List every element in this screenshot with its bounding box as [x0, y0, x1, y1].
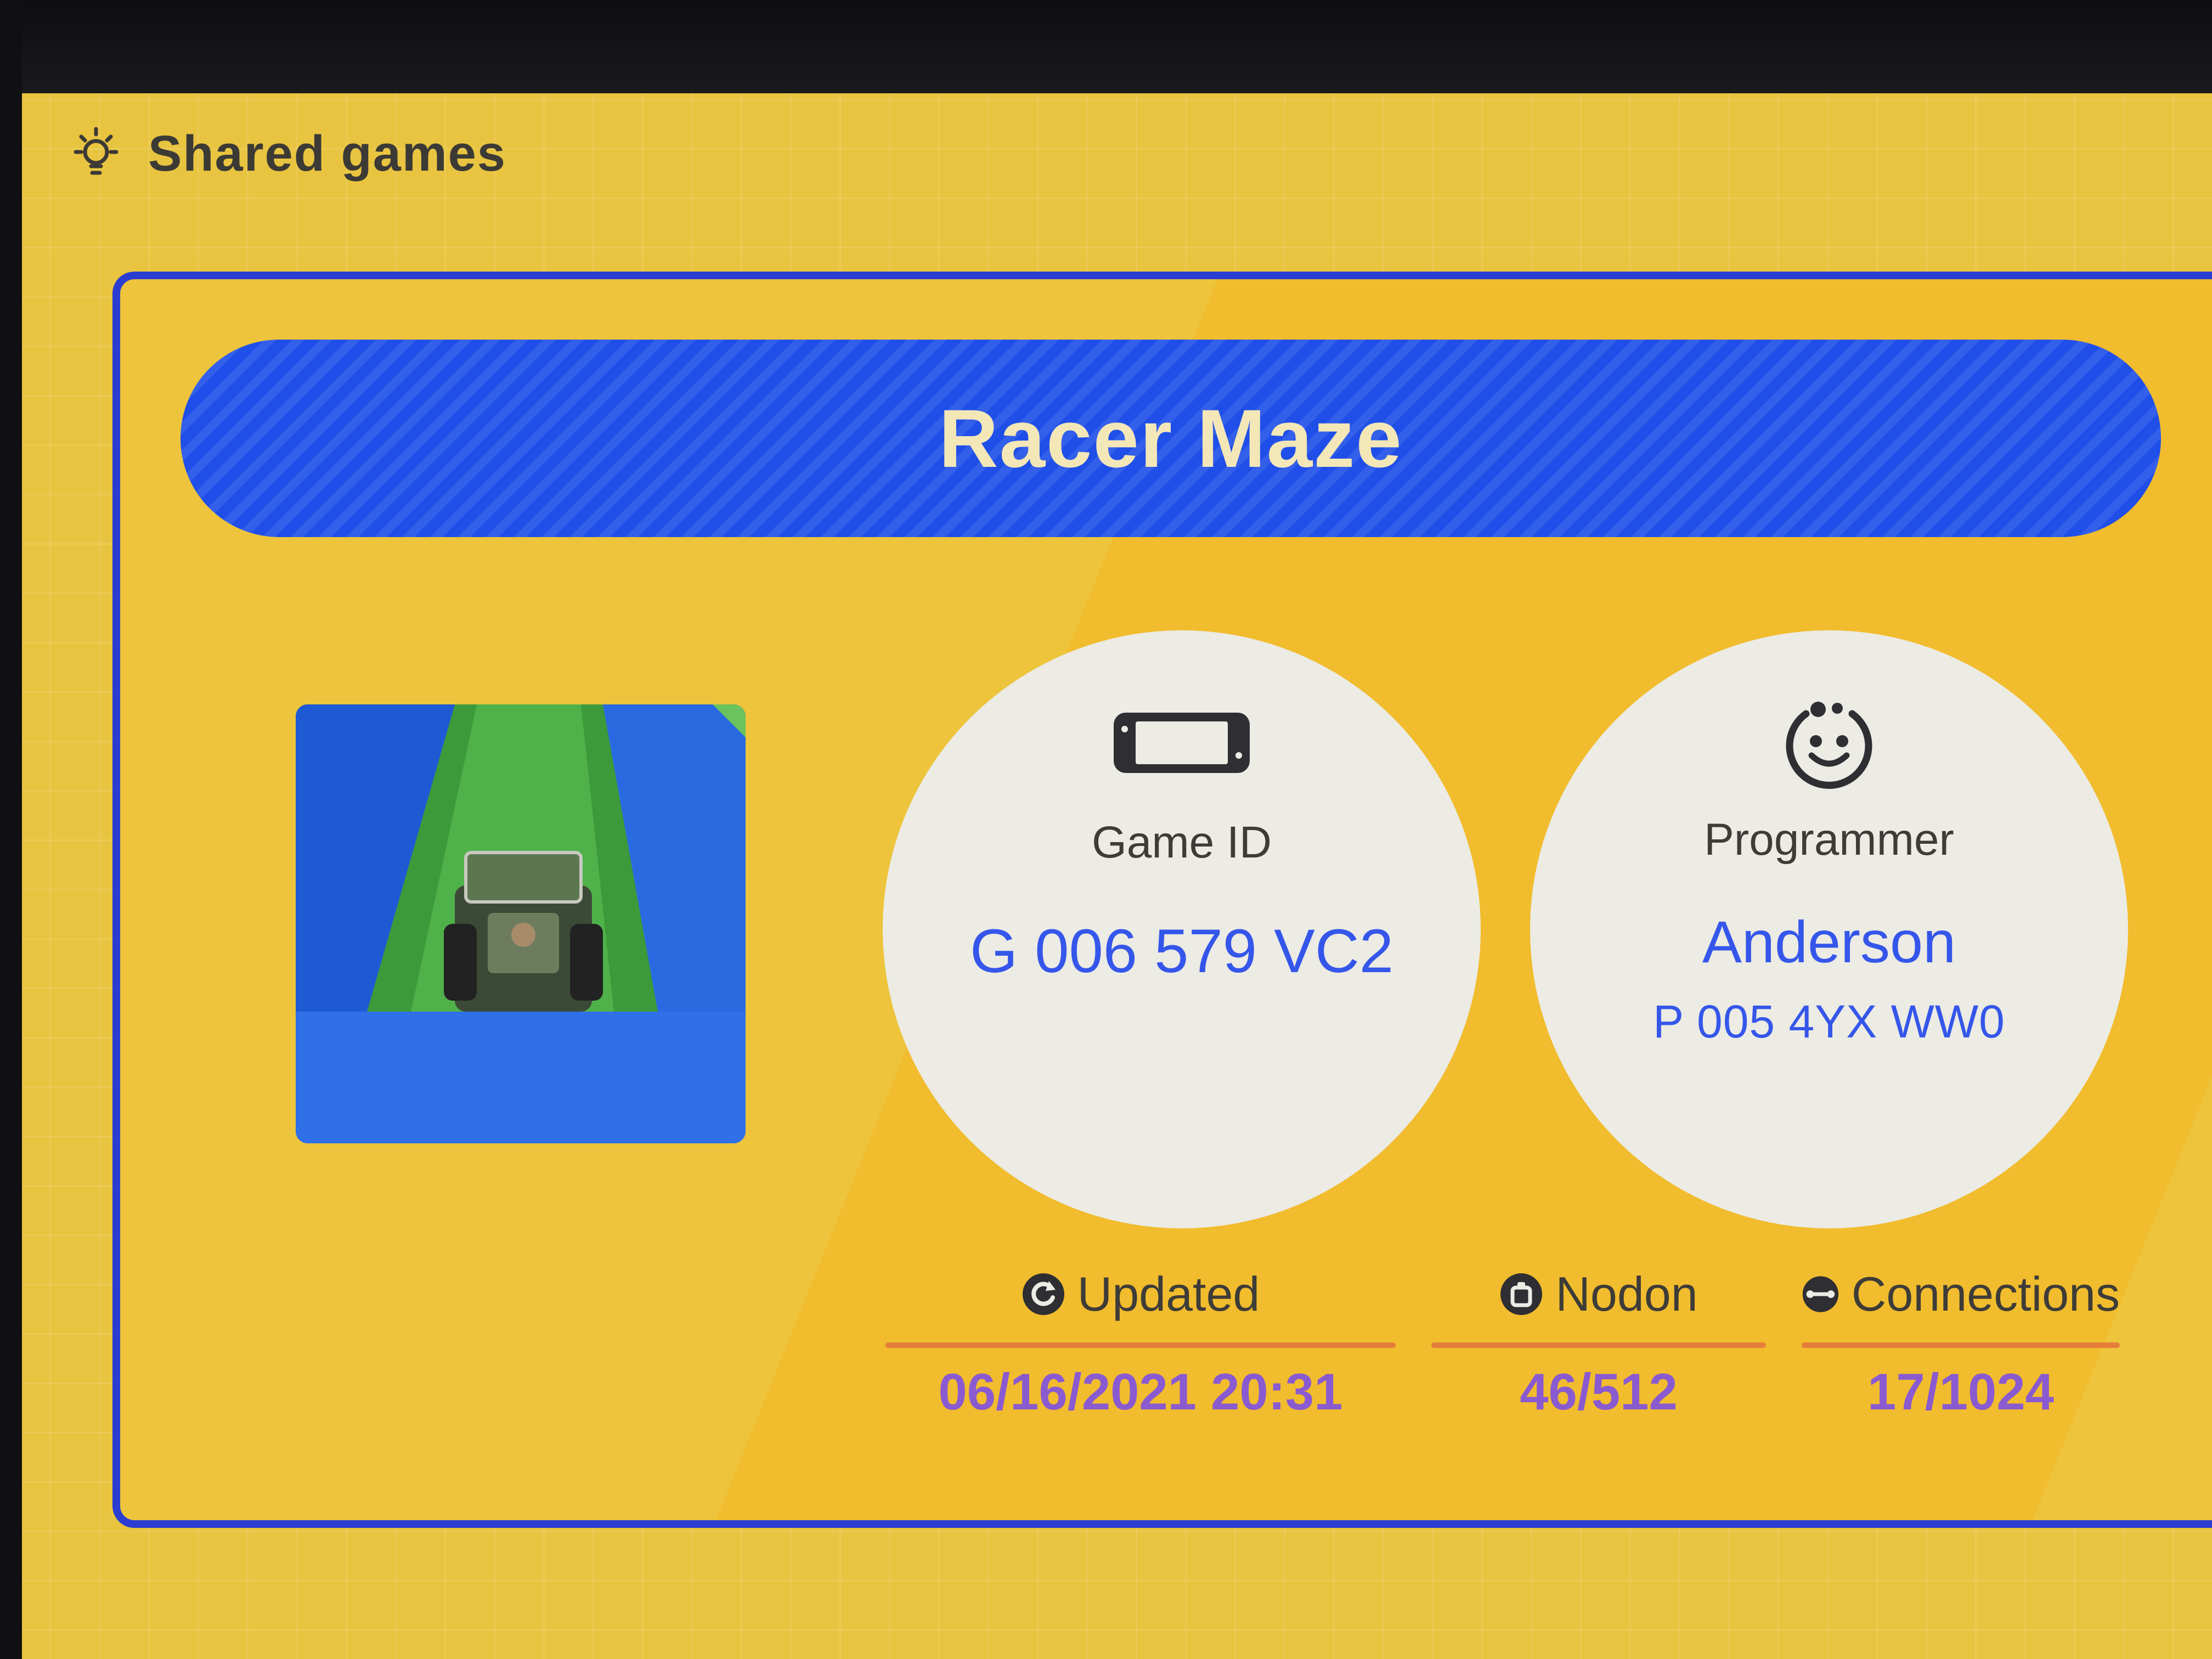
stat-nodon: Nodon 46/512	[1431, 1261, 1766, 1421]
game-thumbnail[interactable]	[296, 704, 746, 1143]
connections-value: 17/1024	[1867, 1363, 2054, 1420]
nodon-value: 46/512	[1520, 1363, 1678, 1420]
programmer-panel: Programmer Anderson P 005 4YX WW0	[1530, 630, 2128, 1228]
nodon-label: Nodon	[1555, 1267, 1698, 1321]
title-banner: Racer Maze	[180, 340, 2161, 537]
connection-icon	[1802, 1276, 1839, 1312]
updated-divider	[885, 1342, 1396, 1348]
game-id-panel: Game ID G 006 579 VC2	[883, 630, 1481, 1228]
stat-connections: Connections 17/1024	[1802, 1261, 2120, 1421]
screen: Shared games Racer Maze Game ID G 006 57…	[0, 0, 2212, 1659]
updated-label: Updated	[1077, 1267, 1260, 1321]
game-id-value: G 006 579 VC2	[969, 917, 1394, 985]
section-header: Shared games	[66, 123, 506, 184]
game-title: Racer Maze	[939, 392, 1403, 484]
game-id-label: Game ID	[1091, 817, 1272, 867]
programmer-face-icon	[1786, 702, 1872, 789]
stat-updated: Updated 06/16/2021 20:31	[885, 1261, 1396, 1421]
racer-maze-thumbnail	[296, 704, 746, 1143]
device-bezel-left	[0, 0, 22, 1659]
nodon-divider	[1431, 1342, 1766, 1348]
programmer-label: Programmer	[1704, 815, 1954, 865]
updated-value: 06/16/2021 20:31	[938, 1363, 1343, 1420]
connections-divider	[1802, 1342, 2120, 1348]
console-icon	[1114, 713, 1250, 773]
device-bezel	[0, 0, 2212, 93]
nodon-icon	[1500, 1273, 1543, 1315]
section-title: Shared games	[148, 125, 506, 182]
game-card[interactable]: Racer Maze Game ID G 006 579 VC2 Program…	[112, 272, 2212, 1528]
programmer-id: P 005 4YX WW0	[1653, 996, 2005, 1047]
lightbulb-icon	[74, 127, 119, 175]
connections-label: Connections	[1851, 1267, 2120, 1321]
refresh-icon	[1022, 1273, 1064, 1315]
programmer-name: Anderson	[1702, 909, 1956, 975]
